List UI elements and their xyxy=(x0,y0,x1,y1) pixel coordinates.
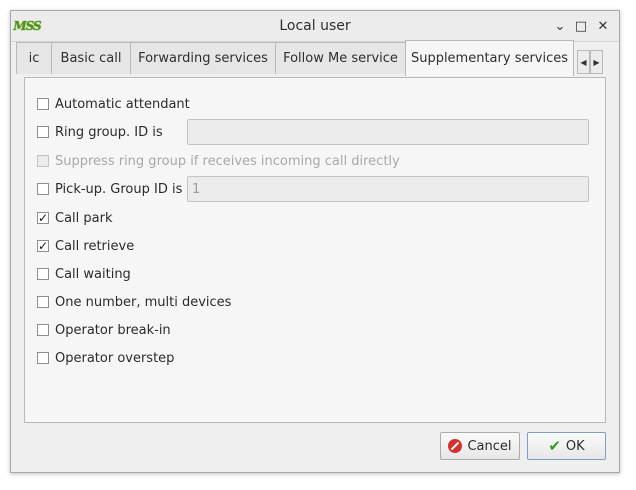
checkbox[interactable] xyxy=(37,268,49,280)
ok-button-label: OK xyxy=(565,438,585,454)
option-label: One number, multi devices xyxy=(55,294,232,310)
checkbox[interactable] xyxy=(37,352,49,364)
tab-forwarding-services[interactable]: Forwarding services xyxy=(130,42,276,74)
option-operator-overstep[interactable]: Operator overstep xyxy=(37,348,174,368)
checkbox xyxy=(37,155,49,167)
option-label: Call waiting xyxy=(55,266,131,282)
cancel-button-label: Cancel xyxy=(467,438,512,454)
supplementary-services-panel: Automatic attendant Ring group. ID is Su… xyxy=(24,77,606,423)
tab-supplementary-services[interactable]: Supplementary services xyxy=(405,40,574,76)
checkbox-checked[interactable]: ✓ xyxy=(37,240,49,252)
option-pick-up-group[interactable]: Pick-up. Group ID is xyxy=(37,179,182,199)
cancel-circle-icon xyxy=(448,439,463,453)
option-label: Operator break-in xyxy=(55,322,171,338)
option-suppress-ring-group: Suppress ring group if receives incoming… xyxy=(37,151,400,171)
option-label: Operator overstep xyxy=(55,350,175,366)
pick-up-group-id-input[interactable] xyxy=(187,176,589,202)
close-icon[interactable]: ✕ xyxy=(594,17,612,35)
tab-partial-hidden[interactable]: ic xyxy=(16,42,52,74)
option-one-number-multi-devices[interactable]: One number, multi devices xyxy=(37,292,231,312)
option-call-retrieve[interactable]: ✓ Call retrieve xyxy=(37,236,134,256)
option-call-park[interactable]: ✓ Call park xyxy=(37,208,113,228)
checkbox[interactable] xyxy=(37,126,49,138)
checkbox[interactable] xyxy=(37,98,49,110)
option-automatic-attendant[interactable]: Automatic attendant xyxy=(37,94,190,114)
option-operator-break-in[interactable]: Operator break-in xyxy=(37,320,171,340)
option-label: Call park xyxy=(55,210,113,226)
checkbox[interactable] xyxy=(37,324,49,336)
ok-button[interactable]: ✔ OK xyxy=(527,432,606,460)
option-label: Suppress ring group if receives incoming… xyxy=(55,153,400,169)
minimize-icon[interactable]: ⌄ xyxy=(551,17,569,35)
tab-follow-me-service[interactable]: Follow Me service xyxy=(275,42,406,74)
cancel-button[interactable]: Cancel xyxy=(440,432,520,460)
tab-scroll-right-icon[interactable]: ▶ xyxy=(590,50,603,74)
tab-scroll-left-icon[interactable]: ◀ xyxy=(577,50,590,74)
tab-bar: ic Basic call Forwarding services Follow… xyxy=(12,40,608,78)
checkbox-checked[interactable]: ✓ xyxy=(37,212,49,224)
checkbox[interactable] xyxy=(37,183,49,195)
tab-basic-call[interactable]: Basic call xyxy=(51,42,131,74)
option-call-waiting[interactable]: Call waiting xyxy=(37,264,131,284)
option-label: Ring group. ID is xyxy=(55,124,163,140)
maximize-icon[interactable]: □ xyxy=(572,17,590,35)
option-label: Automatic attendant xyxy=(55,96,190,112)
ring-group-id-input[interactable] xyxy=(187,119,589,145)
title-bar[interactable]: MSS Local user ⌄ □ ✕ xyxy=(11,11,619,42)
checkmark-icon: ✔ xyxy=(548,437,561,455)
option-label: Call retrieve xyxy=(55,238,135,254)
option-label: Pick-up. Group ID is xyxy=(55,181,183,197)
window-title: Local user xyxy=(279,18,351,34)
checkbox[interactable] xyxy=(37,296,49,308)
option-ring-group[interactable]: Ring group. ID is xyxy=(37,122,163,142)
